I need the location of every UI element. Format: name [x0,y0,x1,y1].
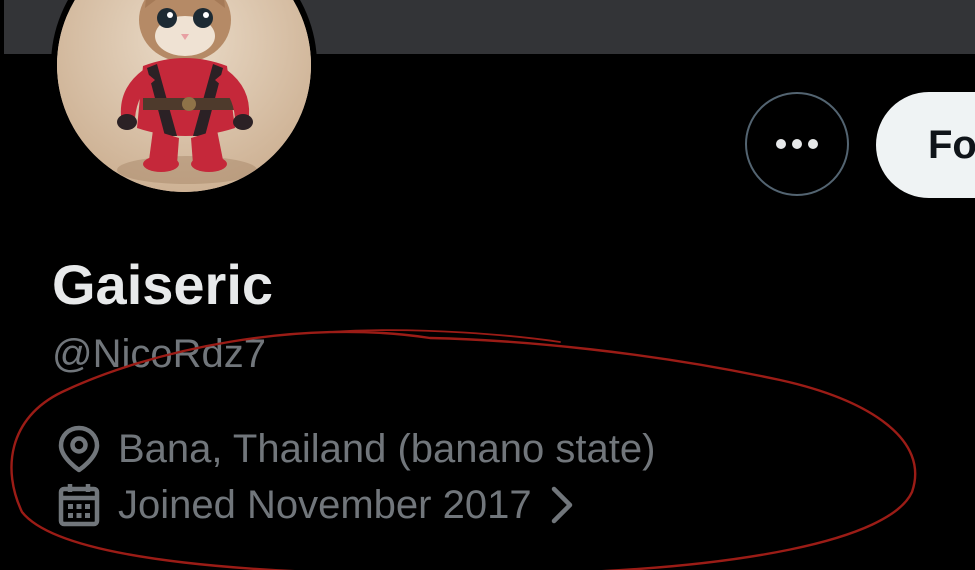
location-pin-icon [54,424,104,474]
calendar-icon [54,480,104,530]
chevron-right-icon [550,485,574,525]
display-name: Gaiseric [52,253,274,316]
follow-button[interactable]: Follow [876,92,975,198]
profile-header: Follow Gaiseric @NicoRdz7 Bana, Thailand… [0,0,975,570]
more-options-button[interactable] [745,92,849,196]
profile-location: Bana, Thailand (banano state) [54,424,655,474]
profile-join-date[interactable]: Joined November 2017 [54,480,574,530]
join-date-text: Joined November 2017 [118,483,532,527]
more-horizontal-icon [776,139,818,149]
location-text: Bana, Thailand (banano state) [118,427,656,471]
user-handle: @NicoRdz7 [52,332,267,376]
